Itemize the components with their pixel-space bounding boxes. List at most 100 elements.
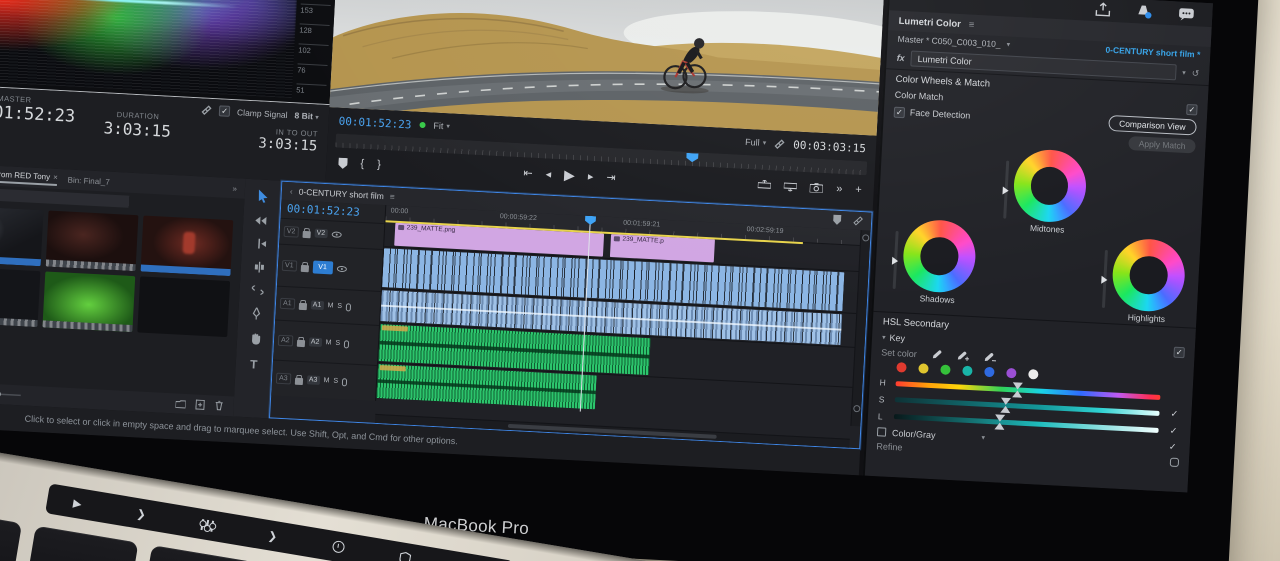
eyedropper-remove-icon[interactable]: [982, 352, 996, 364]
button-editor-icon[interactable]: »: [836, 183, 843, 195]
midtones-luma-slider[interactable]: [1001, 160, 1009, 219]
extract-icon[interactable]: [784, 181, 798, 192]
solo-button[interactable]: S: [335, 340, 340, 347]
step-back-icon[interactable]: ◂: [545, 167, 551, 180]
track-target-a3[interactable]: A3: [306, 375, 320, 385]
mute-button[interactable]: M: [323, 377, 329, 384]
solo-button[interactable]: S: [337, 303, 342, 310]
workspaces-icon[interactable]: [1136, 4, 1153, 19]
quick-export-icon[interactable]: [1095, 2, 1111, 17]
track-visibility-eye-icon[interactable]: [331, 230, 342, 238]
panel-menu-icon[interactable]: ≡: [969, 19, 975, 30]
razor-tool-icon[interactable]: [253, 261, 265, 273]
comments-icon[interactable]: [1178, 7, 1195, 21]
before-after-toggle-icon[interactable]: [1169, 457, 1180, 467]
lock-icon[interactable]: [300, 264, 309, 272]
type-tool-icon[interactable]: T: [250, 357, 258, 371]
add-marker-icon[interactable]: [338, 157, 348, 169]
face-detection-checkbox[interactable]: ✓: [893, 106, 906, 118]
export-frame-icon[interactable]: [809, 182, 824, 194]
track-header-v1[interactable]: V1 V1: [276, 243, 384, 292]
panel-menu-icon[interactable]: ≡: [390, 191, 395, 201]
hand-tool-icon[interactable]: [249, 332, 261, 345]
lock-icon[interactable]: [298, 302, 307, 310]
source-patch-a1[interactable]: A1: [279, 297, 295, 310]
chevron-down-icon[interactable]: ▾: [882, 333, 886, 341]
play-button[interactable]: ▶: [564, 166, 576, 184]
key-checkbox[interactable]: ✓: [1173, 346, 1185, 359]
settings-wrench-icon[interactable]: [774, 138, 786, 150]
shadows-luma-slider[interactable]: [891, 230, 899, 289]
mark-in-icon[interactable]: {: [360, 158, 364, 170]
reset-effect-icon[interactable]: ↺: [1191, 68, 1200, 79]
bin-tab[interactable]: Bin: Final_7: [67, 175, 110, 186]
swatch-green[interactable]: [940, 364, 951, 375]
clip-thumbnail[interactable]: [45, 210, 139, 272]
voiceover-mic-icon[interactable]: [345, 302, 352, 312]
new-item-icon[interactable]: [195, 399, 205, 410]
lock-icon[interactable]: [302, 230, 311, 238]
track-target-a2[interactable]: A2: [308, 337, 322, 348]
swatch-white[interactable]: [1028, 369, 1039, 380]
clip-thumbnail[interactable]: [0, 205, 44, 267]
track-select-tool-icon[interactable]: [255, 215, 268, 226]
source-patch-a3[interactable]: A3: [275, 372, 291, 385]
track-target-v2[interactable]: V2: [314, 228, 328, 239]
color-gray-toggle-icon[interactable]: [876, 427, 887, 437]
solo-button[interactable]: S: [333, 378, 338, 385]
lock-icon[interactable]: [296, 339, 305, 347]
go-to-in-icon[interactable]: ⇤: [523, 166, 533, 179]
lock-icon[interactable]: [294, 377, 303, 385]
timeline-marker-icon[interactable]: [833, 214, 842, 225]
highlights-luma-slider[interactable]: [1101, 249, 1108, 308]
swatch-yellow[interactable]: [918, 363, 929, 374]
wrench-icon[interactable]: [201, 104, 213, 116]
swatch-teal[interactable]: [962, 365, 973, 377]
eyedropper-icon[interactable]: [930, 349, 942, 361]
go-to-out-icon[interactable]: ⇥: [606, 170, 616, 183]
selection-tool-icon[interactable]: [257, 189, 269, 203]
scroll-handle[interactable]: [862, 234, 870, 242]
source-patch-v1[interactable]: V1: [281, 259, 297, 272]
scrubber-playhead[interactable]: [686, 153, 698, 163]
clip-thumbnail[interactable]: [140, 215, 234, 277]
panel-collapse-icon[interactable]: ‹: [290, 186, 293, 196]
step-forward-icon[interactable]: ▸: [588, 169, 594, 182]
swatch-purple[interactable]: [1006, 367, 1017, 379]
lift-icon[interactable]: [758, 179, 772, 191]
pen-tool-icon[interactable]: [251, 307, 262, 320]
check-icon[interactable]: ✓: [1167, 408, 1182, 420]
trash-icon[interactable]: [214, 400, 224, 411]
swatch-blue[interactable]: [984, 366, 995, 378]
add-button-icon[interactable]: +: [855, 184, 862, 196]
eyedropper-add-icon[interactable]: [955, 350, 969, 362]
track-header-a1[interactable]: A1 A1 M S: [275, 285, 381, 325]
voiceover-mic-icon[interactable]: [343, 339, 350, 348]
source-patch-a2[interactable]: A2: [277, 334, 293, 347]
bin-tab-active[interactable]: Bin: +Clips from RED Tony×: [0, 167, 59, 186]
mute-button[interactable]: M: [327, 302, 333, 309]
clip-thumbnail[interactable]: [42, 271, 136, 333]
chevron-down-icon[interactable]: ▾: [1182, 69, 1186, 77]
midtones-color-wheel[interactable]: [1011, 148, 1088, 224]
more-tabs-icon[interactable]: »: [232, 184, 237, 193]
timeline-tracks-area[interactable]: 00:00 00:00:59:22 00:01:59:21 00:02:59:1…: [376, 205, 861, 426]
new-bin-icon[interactable]: [175, 399, 186, 409]
chevron-down-icon[interactable]: ▾: [981, 433, 985, 441]
color-match-checkbox[interactable]: ✓: [1186, 103, 1198, 116]
comparison-view-button[interactable]: Comparison View: [1107, 114, 1197, 136]
shadows-color-wheel[interactable]: [901, 218, 978, 295]
zoom-level-dropdown[interactable]: Fit ▾: [433, 121, 450, 132]
ripple-edit-tool-icon[interactable]: [254, 238, 267, 249]
highlights-color-wheel[interactable]: [1110, 237, 1187, 314]
swatch-red[interactable]: [896, 362, 907, 373]
scroll-handle[interactable]: [853, 404, 861, 413]
track-target-a1[interactable]: A1: [310, 300, 324, 311]
apply-match-button[interactable]: Apply Match: [1128, 135, 1196, 154]
playback-resolution-dropdown[interactable]: Full ▾: [745, 137, 767, 148]
clamp-signal-checkbox[interactable]: ✓: [218, 105, 231, 117]
clip-thumbnail[interactable]: [137, 276, 231, 338]
track-header-a3[interactable]: A3 A3 M S: [271, 359, 377, 401]
voiceover-mic-icon[interactable]: [341, 377, 348, 386]
sequence-name-link[interactable]: 0-CENTURY short film *: [1105, 45, 1200, 60]
